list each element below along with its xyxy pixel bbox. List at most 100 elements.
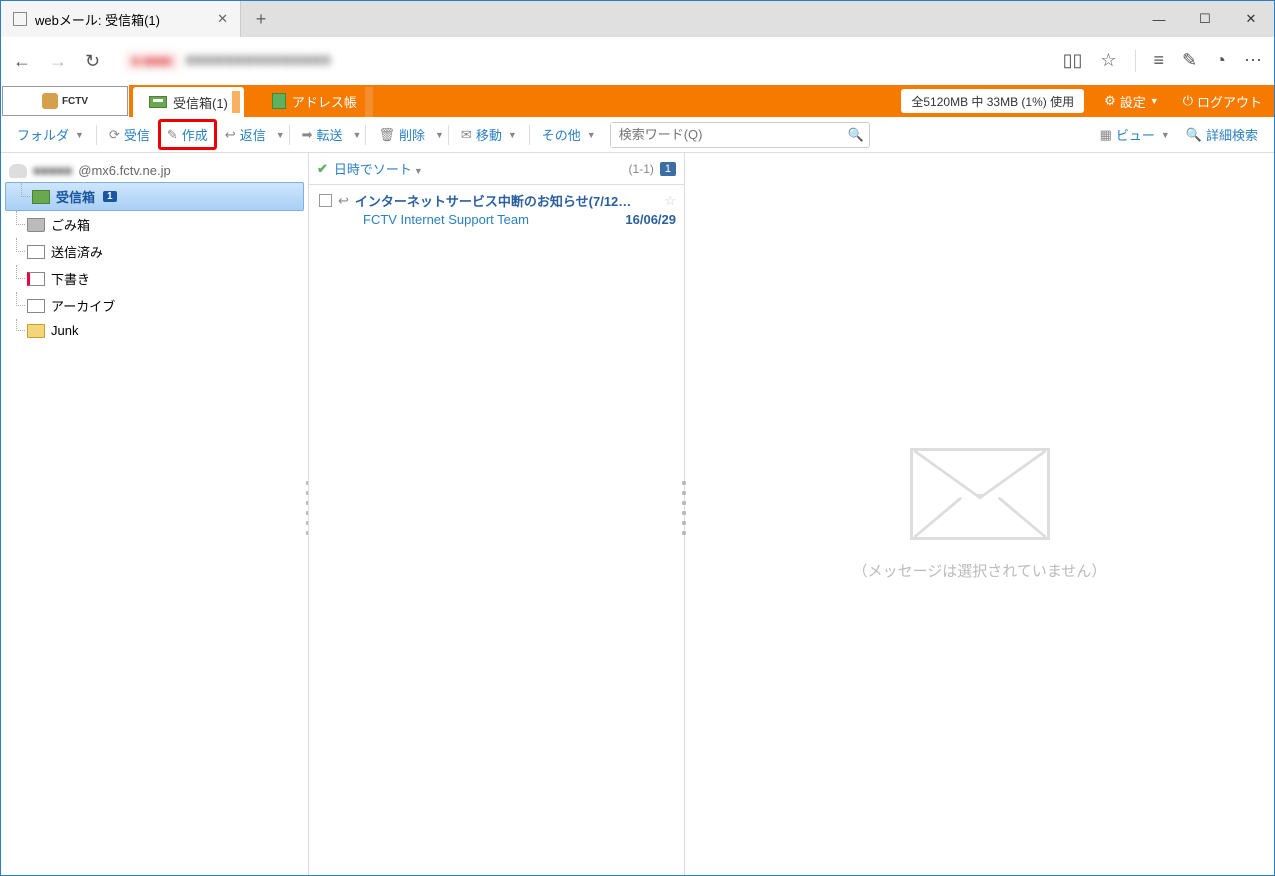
- folder-label: ごみ箱: [51, 215, 90, 234]
- star-icon[interactable]: ☆: [664, 193, 676, 209]
- grid-icon: ▦: [1100, 127, 1112, 143]
- folder-inbox[interactable]: 受信箱 1: [5, 182, 304, 211]
- forward-dropdown[interactable]: ▼: [353, 130, 362, 140]
- empty-envelope-icon: [910, 448, 1050, 540]
- folder-label: Junk: [51, 323, 78, 338]
- search-icon: 🔍: [1186, 127, 1202, 143]
- chevron-down-icon: ▼: [1150, 96, 1159, 106]
- tab-addressbook[interactable]: アドレス帳: [256, 85, 373, 117]
- inbox-icon: [32, 190, 50, 204]
- window-close-button[interactable]: ✕: [1228, 1, 1274, 37]
- delete-button[interactable]: 🗑 削除: [370, 121, 433, 148]
- folder-label: アーカイブ: [51, 296, 115, 315]
- pencil-icon: ✎: [167, 127, 178, 143]
- message-subject: インターネットサービス中断のお知らせ(7/12…: [355, 191, 658, 210]
- window-minimize-button[interactable]: —: [1136, 1, 1182, 37]
- folder-trash[interactable]: ごみ箱: [1, 211, 308, 238]
- favorites-icon[interactable]: ☆: [1100, 50, 1116, 72]
- search-button[interactable]: 🔍: [843, 123, 869, 147]
- browser-tab[interactable]: webメール: 受信箱(1) ✕: [1, 1, 241, 37]
- junk-icon: [27, 324, 45, 338]
- folder-sidebar: ■■■■■@mx6.fctv.ne.jp 受信箱 1 ごみ箱 送信済み 下書き …: [1, 153, 309, 875]
- hub-icon[interactable]: ≡: [1154, 50, 1165, 72]
- forward-button[interactable]: ➡ 転送: [294, 121, 351, 148]
- tab-close-icon[interactable]: ✕: [217, 11, 228, 27]
- view-dropdown[interactable]: ▦ ビュー▼: [1092, 121, 1178, 148]
- share-icon[interactable]: ◔: [1215, 50, 1226, 72]
- other-dropdown[interactable]: その他▼: [534, 121, 604, 148]
- settings-link[interactable]: ⚙ 設定 ▼: [1092, 85, 1171, 117]
- message-list-header: ✔ 日時でソート▼ (1-1) 1: [309, 153, 684, 185]
- unread-badge: 1: [103, 191, 117, 202]
- search-box: 🔍: [610, 122, 870, 148]
- folder-archive[interactable]: アーカイブ: [1, 292, 308, 319]
- url-bar[interactable]: ■ ■■■■ ■■■■■■■■■■■■■■■: [118, 47, 1034, 75]
- message-range: (1-1): [629, 162, 654, 176]
- tab-inbox[interactable]: 受信箱(1): [133, 87, 244, 117]
- delete-dropdown[interactable]: ▼: [435, 130, 444, 140]
- cloud-icon: [9, 164, 27, 178]
- page-icon: [13, 12, 27, 26]
- message-list: ✔ 日時でソート▼ (1-1) 1 ↩ インターネットサービス中断のお知らせ(7…: [309, 153, 685, 875]
- preview-empty-text: （メッセージは選択されていません）: [853, 560, 1107, 581]
- toolbar: フォルダ▼ ⟳ 受信 ✎ 作成 ↩ 返信 ▼ ➡ 転送 ▼ 🗑 削除 ▼ ✉ 移…: [1, 117, 1274, 153]
- tab-inbox-label: 受信箱(1): [173, 93, 228, 112]
- compose-button[interactable]: ✎ 作成: [158, 119, 217, 150]
- sent-icon: [27, 245, 45, 259]
- storage-usage: 全5120MB 中 33MB (1%) 使用: [901, 89, 1084, 113]
- reading-view-icon[interactable]: ▯▯: [1063, 50, 1083, 72]
- tab-addressbook-label: アドレス帳: [292, 92, 357, 111]
- logout-link[interactable]: ⏻ ログアウト: [1171, 85, 1274, 117]
- check-icon: ✔: [317, 161, 328, 177]
- nav-refresh-icon[interactable]: ↻: [85, 51, 100, 72]
- refresh-icon: ⟳: [109, 127, 120, 143]
- page-number: 1: [660, 162, 676, 176]
- browser-tab-bar: webメール: 受信箱(1) ✕ + — ☐ ✕: [1, 1, 1274, 37]
- advanced-search-button[interactable]: 🔍 詳細検索: [1178, 121, 1266, 148]
- move-button[interactable]: ✉ 移動▼: [453, 121, 525, 148]
- folder-label: 送信済み: [51, 242, 103, 261]
- folder-drafts[interactable]: 下書き: [1, 265, 308, 292]
- nav-forward-icon[interactable]: →: [49, 51, 67, 72]
- window-maximize-button[interactable]: ☐: [1182, 1, 1228, 37]
- app-header: FCTV 受信箱(1) アドレス帳 全5120MB 中 33MB (1%) 使用…: [1, 85, 1274, 117]
- folder-sent[interactable]: 送信済み: [1, 238, 308, 265]
- nav-back-icon[interactable]: ←: [13, 51, 31, 72]
- app-logo[interactable]: FCTV: [1, 85, 129, 117]
- message-checkbox[interactable]: [319, 194, 332, 207]
- folder-dropdown[interactable]: フォルダ▼: [9, 121, 92, 148]
- browser-nav-bar: ← → ↻ ■ ■■■■ ■■■■■■■■■■■■■■■ ▯▯ ☆ ≡ ✎ ◔ …: [1, 37, 1274, 85]
- sort-dropdown[interactable]: 日時でソート▼: [334, 159, 423, 178]
- msglist-splitter[interactable]: [680, 478, 688, 538]
- trash-icon: 🗑: [378, 127, 395, 143]
- addressbook-icon: [272, 93, 286, 109]
- archive-icon: [27, 299, 45, 313]
- reply-dropdown[interactable]: ▼: [276, 130, 285, 140]
- power-icon: ⏻: [1183, 93, 1193, 109]
- notes-icon[interactable]: ✎: [1182, 50, 1197, 72]
- message-row[interactable]: ↩ インターネットサービス中断のお知らせ(7/12… ☆ FCTV Intern…: [309, 185, 684, 233]
- folder-junk[interactable]: Junk: [1, 319, 308, 342]
- drafts-icon: [27, 272, 45, 286]
- account-label: @mx6.fctv.ne.jp: [78, 163, 170, 178]
- folder-label: 受信箱: [56, 187, 95, 206]
- logout-label: ログアウト: [1197, 92, 1262, 111]
- account-row[interactable]: ■■■■■@mx6.fctv.ne.jp: [1, 159, 308, 182]
- inbox-icon: [149, 96, 167, 108]
- search-icon: 🔍: [848, 127, 864, 143]
- envelope-icon: ✉: [461, 127, 472, 143]
- reply-icon: ↩: [225, 127, 236, 143]
- browser-tab-title: webメール: 受信箱(1): [35, 10, 160, 29]
- folder-label: 下書き: [51, 269, 90, 288]
- reply-button[interactable]: ↩ 返信: [217, 121, 274, 148]
- settings-label: 設定: [1120, 92, 1146, 111]
- reply-arrow-icon: ↩: [338, 193, 349, 209]
- gear-icon: ⚙: [1104, 93, 1116, 109]
- more-icon[interactable]: ⋯: [1244, 50, 1262, 72]
- trash-icon: [27, 218, 45, 232]
- search-input[interactable]: [611, 123, 843, 147]
- new-tab-button[interactable]: +: [241, 1, 281, 37]
- message-from: FCTV Internet Support Team: [363, 212, 625, 227]
- forward-icon: ➡: [302, 127, 313, 143]
- receive-button[interactable]: ⟳ 受信: [101, 121, 158, 148]
